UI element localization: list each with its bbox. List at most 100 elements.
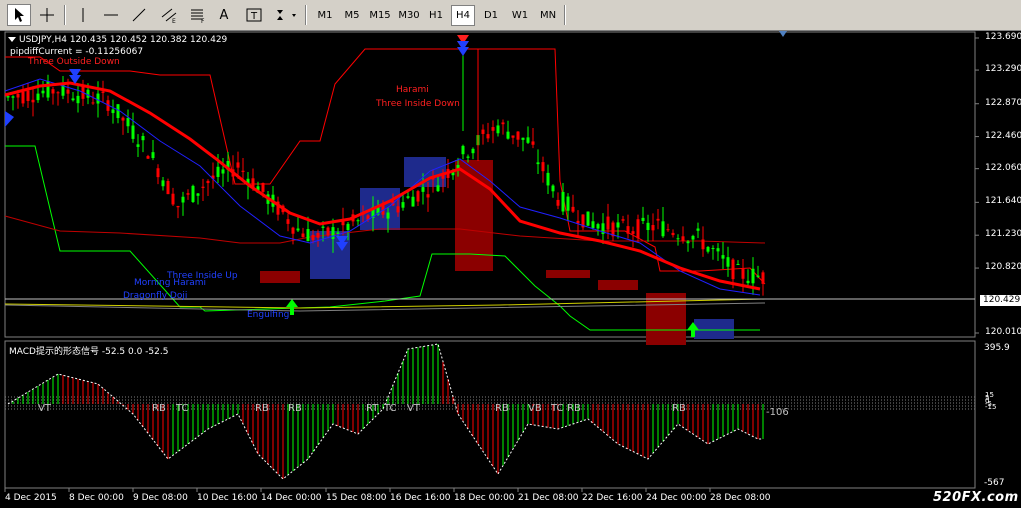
candle-body	[606, 216, 610, 230]
pattern-label: Morning Harami	[134, 278, 207, 288]
arrows-icon[interactable]	[272, 4, 302, 26]
candle-body	[756, 275, 760, 277]
candle-body	[621, 219, 625, 221]
candle-body	[301, 233, 305, 238]
pattern-highlight-box	[360, 188, 400, 230]
candle-body	[486, 134, 490, 139]
candle-body	[436, 185, 440, 192]
tf-d1[interactable]: D1	[478, 5, 504, 26]
time-axis-label: 28 Dec 08:00	[710, 493, 771, 503]
price-tick-label: 121.230	[985, 229, 1021, 240]
tf-m15[interactable]: M15	[366, 5, 394, 26]
pattern-highlight-box	[694, 319, 734, 339]
candle-body	[121, 117, 125, 121]
candle-body	[111, 109, 115, 114]
candle-body	[686, 241, 690, 244]
price-tick-label: 120.820	[985, 262, 1021, 273]
candle-body	[716, 248, 720, 252]
candle-body	[346, 223, 350, 231]
tf-h1[interactable]: H1	[424, 5, 448, 26]
tf-m30[interactable]: M30	[395, 5, 423, 26]
candle-body	[701, 239, 705, 250]
candle-body	[161, 180, 165, 187]
time-axis-label: 15 Dec 08:00	[326, 493, 387, 503]
candle-body	[411, 196, 415, 207]
candle-body	[751, 268, 755, 284]
time-axis-label: 24 Dec 00:00	[646, 493, 707, 503]
macd-signal-label: VB	[528, 403, 542, 414]
candle-body	[666, 229, 670, 231]
candle-body	[171, 193, 175, 205]
candle-body	[741, 268, 745, 279]
candle-body	[761, 272, 765, 284]
cursor-icon[interactable]	[7, 4, 31, 26]
candle-body	[491, 127, 495, 131]
pattern-highlight-box	[598, 280, 638, 290]
horizontal-line-icon[interactable]	[100, 4, 122, 26]
price-tick-label: 122.060	[985, 162, 1021, 173]
macd-scale-bottom: -567	[984, 478, 1005, 488]
svg-text:T: T	[250, 11, 258, 22]
candle-body	[596, 224, 600, 229]
candle-body	[21, 91, 25, 104]
candle-body	[511, 135, 515, 138]
price-tick-label: 123.290	[985, 64, 1021, 75]
text-tool-icon[interactable]: A	[213, 4, 235, 26]
candle-body	[536, 162, 540, 165]
macd-signal-label: RB	[495, 403, 509, 414]
tf-m1[interactable]: M1	[312, 5, 338, 26]
vertical-line-icon[interactable]	[72, 4, 94, 26]
tf-m5[interactable]: M5	[339, 5, 365, 26]
time-axis-label: 14 Dec 00:00	[261, 493, 322, 503]
candle-body	[561, 191, 565, 212]
time-axis-label: 4 Dec 2015	[5, 493, 57, 503]
price-tick-label: 121.640	[985, 196, 1021, 207]
candle-body	[31, 99, 35, 103]
candle-body	[36, 93, 40, 101]
candle-body	[546, 172, 550, 186]
svg-text:E: E	[172, 18, 176, 23]
candle-body	[306, 229, 310, 242]
macd-pane[interactable]	[4, 340, 976, 489]
text-label-icon[interactable]: T	[243, 4, 265, 26]
candle-body	[386, 212, 390, 219]
crosshair-icon[interactable]	[35, 4, 59, 26]
candle-body	[216, 166, 220, 177]
trendline-icon[interactable]	[128, 4, 150, 26]
macd-signal-label: VT	[38, 403, 51, 414]
candle-body	[731, 259, 735, 280]
candle-body	[556, 199, 560, 206]
tf-w1[interactable]: W1	[506, 5, 534, 26]
collapse-icon[interactable]	[8, 37, 16, 42]
candle-body	[696, 228, 700, 231]
candle-body	[531, 141, 535, 145]
candle-body	[206, 180, 210, 184]
macd-level-label: -15	[985, 403, 997, 411]
candle-body	[566, 196, 570, 211]
candle-body	[76, 95, 80, 104]
tf-h4[interactable]: H4	[451, 5, 475, 26]
candle-body	[721, 255, 725, 259]
candle-body	[461, 145, 465, 155]
candle-body	[136, 144, 140, 147]
candle-body	[196, 193, 200, 196]
price-chart[interactable]	[0, 31, 1021, 508]
macd-header: MACD提示的形态信号 -52.5 0.0 -52.5	[9, 347, 169, 357]
macd-signal-label: TC	[384, 403, 397, 414]
candle-body	[201, 186, 205, 188]
candle-body	[96, 93, 100, 104]
candle-body	[66, 89, 70, 94]
candle-body	[576, 220, 580, 224]
fibonacci-icon[interactable]: F	[186, 4, 210, 26]
candle-body	[526, 137, 530, 143]
candle-body	[116, 104, 120, 119]
channel-icon[interactable]: E	[157, 4, 181, 26]
candle-body	[86, 89, 90, 98]
candle-body	[661, 221, 665, 237]
tf-mn[interactable]: MN	[535, 5, 561, 26]
candle-body	[691, 235, 695, 240]
macd-signal-label: RB	[672, 403, 686, 414]
candle-body	[131, 125, 135, 139]
candle-body	[501, 122, 505, 125]
candle-body	[186, 193, 190, 195]
